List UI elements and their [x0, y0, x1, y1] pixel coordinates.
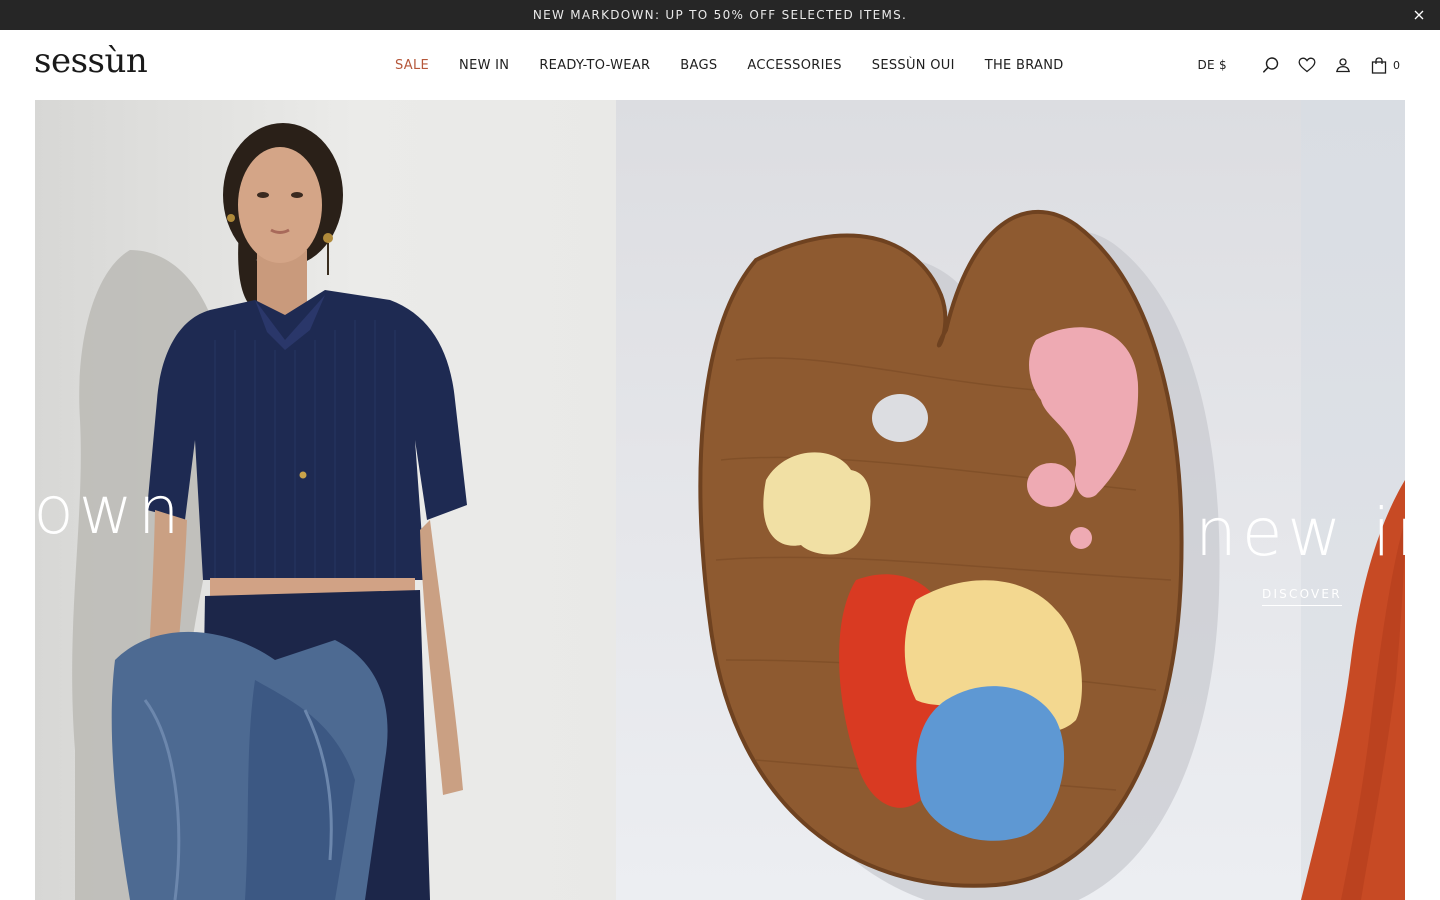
announcement-bar: NEW MARKDOWN: UP TO 50% OFF SELECTED ITE…: [0, 0, 1440, 30]
cart-count: 0: [1393, 58, 1400, 72]
search-icon[interactable]: [1261, 55, 1281, 75]
nav-item-the-brand[interactable]: THE BRAND: [985, 58, 1064, 73]
discover-button[interactable]: DISCOVER: [1262, 587, 1342, 606]
cart-button[interactable]: 0: [1369, 55, 1400, 75]
nav-item-sale[interactable]: SALE: [395, 58, 429, 73]
locale-selector[interactable]: DE $: [1198, 58, 1227, 72]
nav-item-new-in[interactable]: NEW IN: [459, 58, 509, 73]
nav-item-accessories[interactable]: ACCESSORIES: [747, 58, 841, 73]
nav-item-ready-to-wear[interactable]: READY-TO-WEAR: [539, 58, 650, 73]
header-actions: DE $ 0: [1198, 30, 1400, 100]
main-nav: SALE NEW IN READY-TO-WEAR BAGS ACCESSORI…: [380, 30, 1079, 100]
hero-carousel: lown: [35, 100, 1405, 900]
heart-icon[interactable]: [1297, 55, 1317, 75]
announcement-text: NEW MARKDOWN: UP TO 50% OFF SELECTED ITE…: [532, 8, 908, 22]
bag-icon: [1369, 55, 1389, 75]
account-icon[interactable]: [1333, 55, 1353, 75]
close-icon[interactable]: [1410, 6, 1428, 24]
nav-item-sessun-oui[interactable]: SESSÙN OUI: [872, 58, 955, 73]
slide-title-markdown: lown: [35, 472, 185, 549]
brand-logo[interactable]: sessùn: [34, 41, 148, 81]
site-header: sessùn SALE NEW IN READY-TO-WEAR BAGS AC…: [0, 30, 1440, 100]
slide-title-new-in: new in: [1195, 494, 1405, 571]
nav-item-bags[interactable]: BAGS: [680, 58, 717, 73]
hero-slide-markdown[interactable]: lown: [35, 100, 616, 900]
